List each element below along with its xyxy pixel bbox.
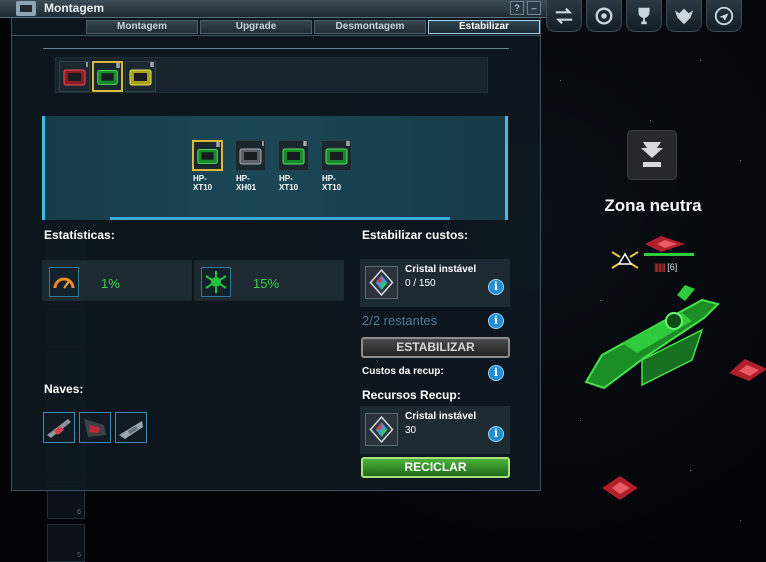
enemy-ship-icon[interactable] xyxy=(727,355,766,385)
ship-thumbnail[interactable] xyxy=(43,412,75,443)
gear-wheel-icon xyxy=(595,7,613,24)
recycle-button[interactable]: RECICLAR xyxy=(361,457,510,478)
tab-divider xyxy=(11,35,541,36)
green-spider-icon xyxy=(201,267,231,297)
target-health-bar xyxy=(644,253,694,256)
red-module-icon xyxy=(63,69,86,86)
stabilize-button[interactable]: ESTABILIZAR xyxy=(361,337,510,358)
speedometer-icon xyxy=(49,267,79,297)
ship-1-icon xyxy=(47,419,71,438)
stat-box: 15% xyxy=(194,260,344,301)
stabilize-slot[interactable]: I xyxy=(235,140,266,171)
ships-heading: Naves: xyxy=(44,382,84,396)
zone-title: Zona neutra xyxy=(604,196,702,215)
tab-desmontagem[interactable]: Desmontagem xyxy=(314,20,426,34)
tab-bar: Montagem Upgrade Desmontagem Estabilizar xyxy=(86,20,540,34)
slot-label: HP-XT10 xyxy=(279,174,299,192)
info-icon[interactable]: i xyxy=(488,313,504,329)
enemy-ship-icon[interactable] xyxy=(600,474,640,504)
inventory-item[interactable]: II xyxy=(92,61,123,92)
swap-button[interactable] xyxy=(546,0,582,32)
recycle-resource-box: Cristal instável 30 i xyxy=(360,406,510,454)
ship-3-icon xyxy=(119,421,143,439)
window-icon xyxy=(16,1,36,16)
recup-costs-label: Custos da recup: xyxy=(362,366,444,377)
window-title: Montagem xyxy=(44,1,104,15)
background-list-number: 5 xyxy=(77,552,81,559)
slot-label: HP-XT10 xyxy=(322,174,342,192)
swap-icon xyxy=(555,7,573,24)
slot-label: HP-XT10 xyxy=(193,174,213,192)
settings-button[interactable] xyxy=(586,0,622,32)
stabilize-slot[interactable]: II xyxy=(192,140,223,171)
slot-level: II xyxy=(216,142,220,149)
cost-value: 0 / 150 xyxy=(405,278,436,289)
trophy-button[interactable] xyxy=(626,0,662,32)
target-count: [6] xyxy=(667,262,678,272)
minimize-button[interactable]: – xyxy=(527,1,541,15)
info-icon[interactable]: i xyxy=(488,426,504,442)
unstable-crystal-icon xyxy=(365,413,398,446)
target-crosshair-icon[interactable] xyxy=(608,246,642,274)
inventory-item[interactable]: I xyxy=(59,61,90,92)
stats-heading: Estatísticas: xyxy=(44,228,115,242)
inventory-item[interactable]: II xyxy=(125,61,156,92)
rocket-icon xyxy=(714,6,734,25)
window-title-bar[interactable]: Montagem ? – xyxy=(0,0,546,18)
resource-value: 30 xyxy=(405,425,417,436)
background-list-number: 6 xyxy=(77,509,81,516)
stabilize-area xyxy=(42,116,508,220)
stabilize-area-edge xyxy=(110,217,450,220)
info-icon[interactable]: i xyxy=(488,365,504,381)
ship-2-icon xyxy=(84,419,106,437)
player-ship-icon xyxy=(584,285,720,390)
help-button[interactable]: ? xyxy=(510,1,524,15)
grey-module-icon xyxy=(239,148,262,165)
stabilize-slot[interactable]: II xyxy=(321,140,352,171)
recycle-resources-heading: Recursos Recup: xyxy=(362,388,461,402)
divider xyxy=(43,48,509,49)
ship-thumbnail[interactable] xyxy=(79,412,111,443)
remaining-count: 2/2 restantes xyxy=(362,313,438,328)
zone-icon xyxy=(627,130,677,180)
slot-label: HP-XH01 xyxy=(236,174,257,192)
enemy-ship-icon[interactable] xyxy=(643,234,687,254)
stabilize-costs-heading: Estabilizar custos: xyxy=(362,228,469,242)
slot-level: II xyxy=(346,141,350,148)
trophy-icon xyxy=(638,7,650,24)
tab-upgrade[interactable]: Upgrade xyxy=(200,20,312,34)
slot-level: II xyxy=(303,141,307,148)
stabilize-slot[interactable]: II xyxy=(278,140,309,171)
stat-value: 15% xyxy=(253,276,280,291)
stat-box: 1% xyxy=(42,260,192,301)
slot-level: I xyxy=(262,141,264,148)
stat-value: 1% xyxy=(101,276,120,291)
clan-button[interactable] xyxy=(666,0,702,32)
cost-name: Cristal instável xyxy=(405,264,477,275)
eagle-icon xyxy=(674,8,694,24)
tab-montagem[interactable]: Montagem xyxy=(86,20,198,34)
item-level: II xyxy=(116,63,120,70)
unstable-crystal-icon xyxy=(365,266,398,299)
tab-estabilizar[interactable]: Estabilizar xyxy=(428,20,540,34)
item-level: I xyxy=(86,62,88,69)
resource-name: Cristal instável xyxy=(405,411,477,422)
stabilize-cost-box: Cristal instável 0 / 150 i xyxy=(360,259,510,307)
target-info: |||||||| [6] xyxy=(654,262,678,272)
ship-button[interactable] xyxy=(706,0,742,32)
top-icon-bar xyxy=(546,0,766,34)
info-icon[interactable]: i xyxy=(488,279,504,295)
ship-thumbnail[interactable] xyxy=(115,412,147,443)
item-level: II xyxy=(150,62,154,69)
